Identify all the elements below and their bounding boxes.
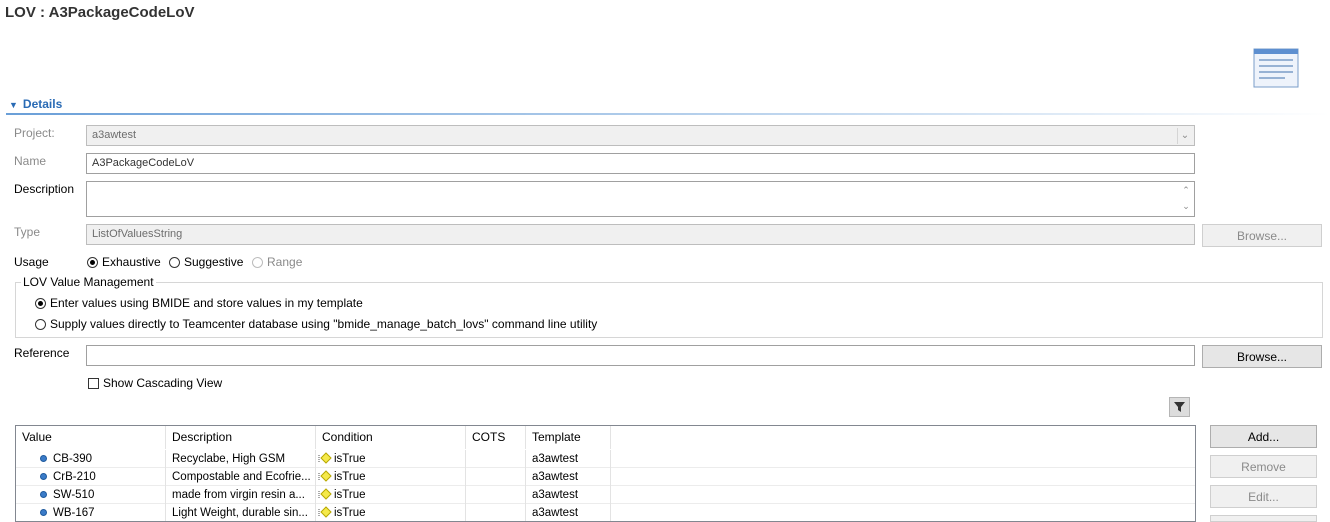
row-template: a3awtest xyxy=(526,486,611,504)
database-option-label: Supply values directly to Teamcenter dat… xyxy=(50,317,598,331)
type-value: ListOfValuesString xyxy=(92,228,183,240)
column-header-template[interactable]: Template xyxy=(526,426,611,449)
type-browse-button[interactable]: Browse... xyxy=(1202,224,1322,247)
chevron-up-icon: ⌃ xyxy=(1182,185,1190,195)
page-title: LOV : A3PackageCodeLoV xyxy=(5,4,195,21)
usage-range-label: Range xyxy=(267,255,303,269)
filter-icon xyxy=(1174,402,1185,412)
table-row[interactable]: CrB-210 Compostable and Ecofrie... isTru… xyxy=(16,468,1195,486)
usage-range-radio[interactable]: Range xyxy=(252,255,302,269)
project-combo[interactable]: a3awtest ⌄ xyxy=(86,125,1195,146)
name-field[interactable]: A3PackageCodeLoV xyxy=(86,153,1195,174)
value-dot-icon xyxy=(40,455,47,462)
bmide-option-radio[interactable]: Enter values using BMIDE and store value… xyxy=(35,296,363,310)
section-divider xyxy=(6,113,1330,115)
value-dot-icon xyxy=(40,473,47,480)
radio-icon xyxy=(169,257,180,268)
description-label: Description xyxy=(14,182,75,196)
list-document-icon xyxy=(1253,48,1299,88)
filter-button[interactable] xyxy=(1169,397,1190,417)
type-label: Type xyxy=(14,225,41,239)
project-value: a3awtest xyxy=(92,129,137,141)
row-condition: isTrue xyxy=(334,507,366,519)
row-template: a3awtest xyxy=(526,504,611,521)
column-header-description[interactable]: Description xyxy=(166,426,316,449)
condition-icon xyxy=(318,452,332,464)
details-section-label: Details xyxy=(22,97,63,111)
row-cots xyxy=(466,450,526,468)
column-header-cots[interactable]: COTS xyxy=(466,426,526,449)
remove-button[interactable]: Remove xyxy=(1210,455,1317,478)
condition-icon xyxy=(318,470,332,482)
row-condition: isTrue xyxy=(334,453,366,465)
lov-values-table[interactable]: Value Description Condition COTS Templat… xyxy=(15,425,1196,522)
row-cots xyxy=(466,504,526,521)
value-dot-icon xyxy=(40,491,47,498)
row-template: a3awtest xyxy=(526,450,611,468)
radio-selected-icon xyxy=(35,298,46,309)
type-field: ListOfValuesString xyxy=(86,224,1195,245)
row-cots xyxy=(466,468,526,486)
row-template: a3awtest xyxy=(526,468,611,486)
chevron-down-icon: ⌄ xyxy=(1177,128,1192,144)
reference-label: Reference xyxy=(14,346,70,360)
radio-selected-icon xyxy=(87,257,98,268)
database-option-radio[interactable]: Supply values directly to Teamcenter dat… xyxy=(35,317,597,331)
reference-browse-button[interactable]: Browse... xyxy=(1202,345,1322,368)
add-button[interactable]: Add... xyxy=(1210,425,1317,448)
chevron-down-icon: ⌄ xyxy=(1182,201,1190,211)
chevron-down-icon: ▼ xyxy=(9,100,18,110)
condition-icon xyxy=(318,488,332,500)
value-dot-icon xyxy=(40,509,47,516)
usage-suggestive-radio[interactable]: Suggestive xyxy=(169,255,243,269)
description-scrollbar[interactable]: ⌃ ⌄ xyxy=(1179,183,1193,215)
row-description: Recyclabe, High GSM xyxy=(166,450,316,468)
row-description: Compostable and Ecofrie... xyxy=(166,468,316,486)
bmide-option-label: Enter values using BMIDE and store value… xyxy=(50,296,363,310)
condition-icon xyxy=(318,506,332,518)
value-management-title: LOV Value Management xyxy=(21,275,156,289)
column-header-condition[interactable]: Condition xyxy=(316,426,466,449)
row-cots xyxy=(466,486,526,504)
reference-field[interactable] xyxy=(86,345,1195,366)
partial-button[interactable] xyxy=(1210,515,1317,522)
radio-icon xyxy=(252,257,263,268)
row-value: SW-510 xyxy=(53,489,95,501)
description-field[interactable]: ⌃ ⌄ xyxy=(86,181,1195,217)
details-section-toggle[interactable]: ▼ Details xyxy=(9,97,62,111)
radio-icon xyxy=(35,319,46,330)
edit-button[interactable]: Edit... xyxy=(1210,485,1317,508)
row-condition: isTrue xyxy=(334,471,366,483)
usage-suggestive-label: Suggestive xyxy=(184,255,244,269)
checkbox-icon xyxy=(88,378,99,389)
project-label: Project: xyxy=(14,126,55,140)
cascading-view-checkbox[interactable]: Show Cascading View xyxy=(88,376,222,390)
row-condition: isTrue xyxy=(334,489,366,501)
row-description: Light Weight, durable sin... xyxy=(166,504,316,521)
table-row[interactable]: WB-167 Light Weight, durable sin... isTr… xyxy=(16,504,1195,521)
row-value: WB-167 xyxy=(53,507,95,519)
column-header-value[interactable]: Value xyxy=(16,426,166,449)
row-value: CB-390 xyxy=(53,453,92,465)
usage-label: Usage xyxy=(14,255,49,269)
row-value: CrB-210 xyxy=(53,471,96,483)
name-label: Name xyxy=(14,154,47,168)
name-value: A3PackageCodeLoV xyxy=(92,157,195,169)
table-row[interactable]: SW-510 made from virgin resin a... isTru… xyxy=(16,486,1195,504)
cascading-view-label: Show Cascading View xyxy=(103,376,223,390)
usage-exhaustive-radio[interactable]: Exhaustive xyxy=(87,255,161,269)
usage-exhaustive-label: Exhaustive xyxy=(102,255,161,269)
table-row[interactable]: CB-390 Recyclabe, High GSM isTrue a3awte… xyxy=(16,450,1195,468)
row-description: made from virgin resin a... xyxy=(166,486,316,504)
